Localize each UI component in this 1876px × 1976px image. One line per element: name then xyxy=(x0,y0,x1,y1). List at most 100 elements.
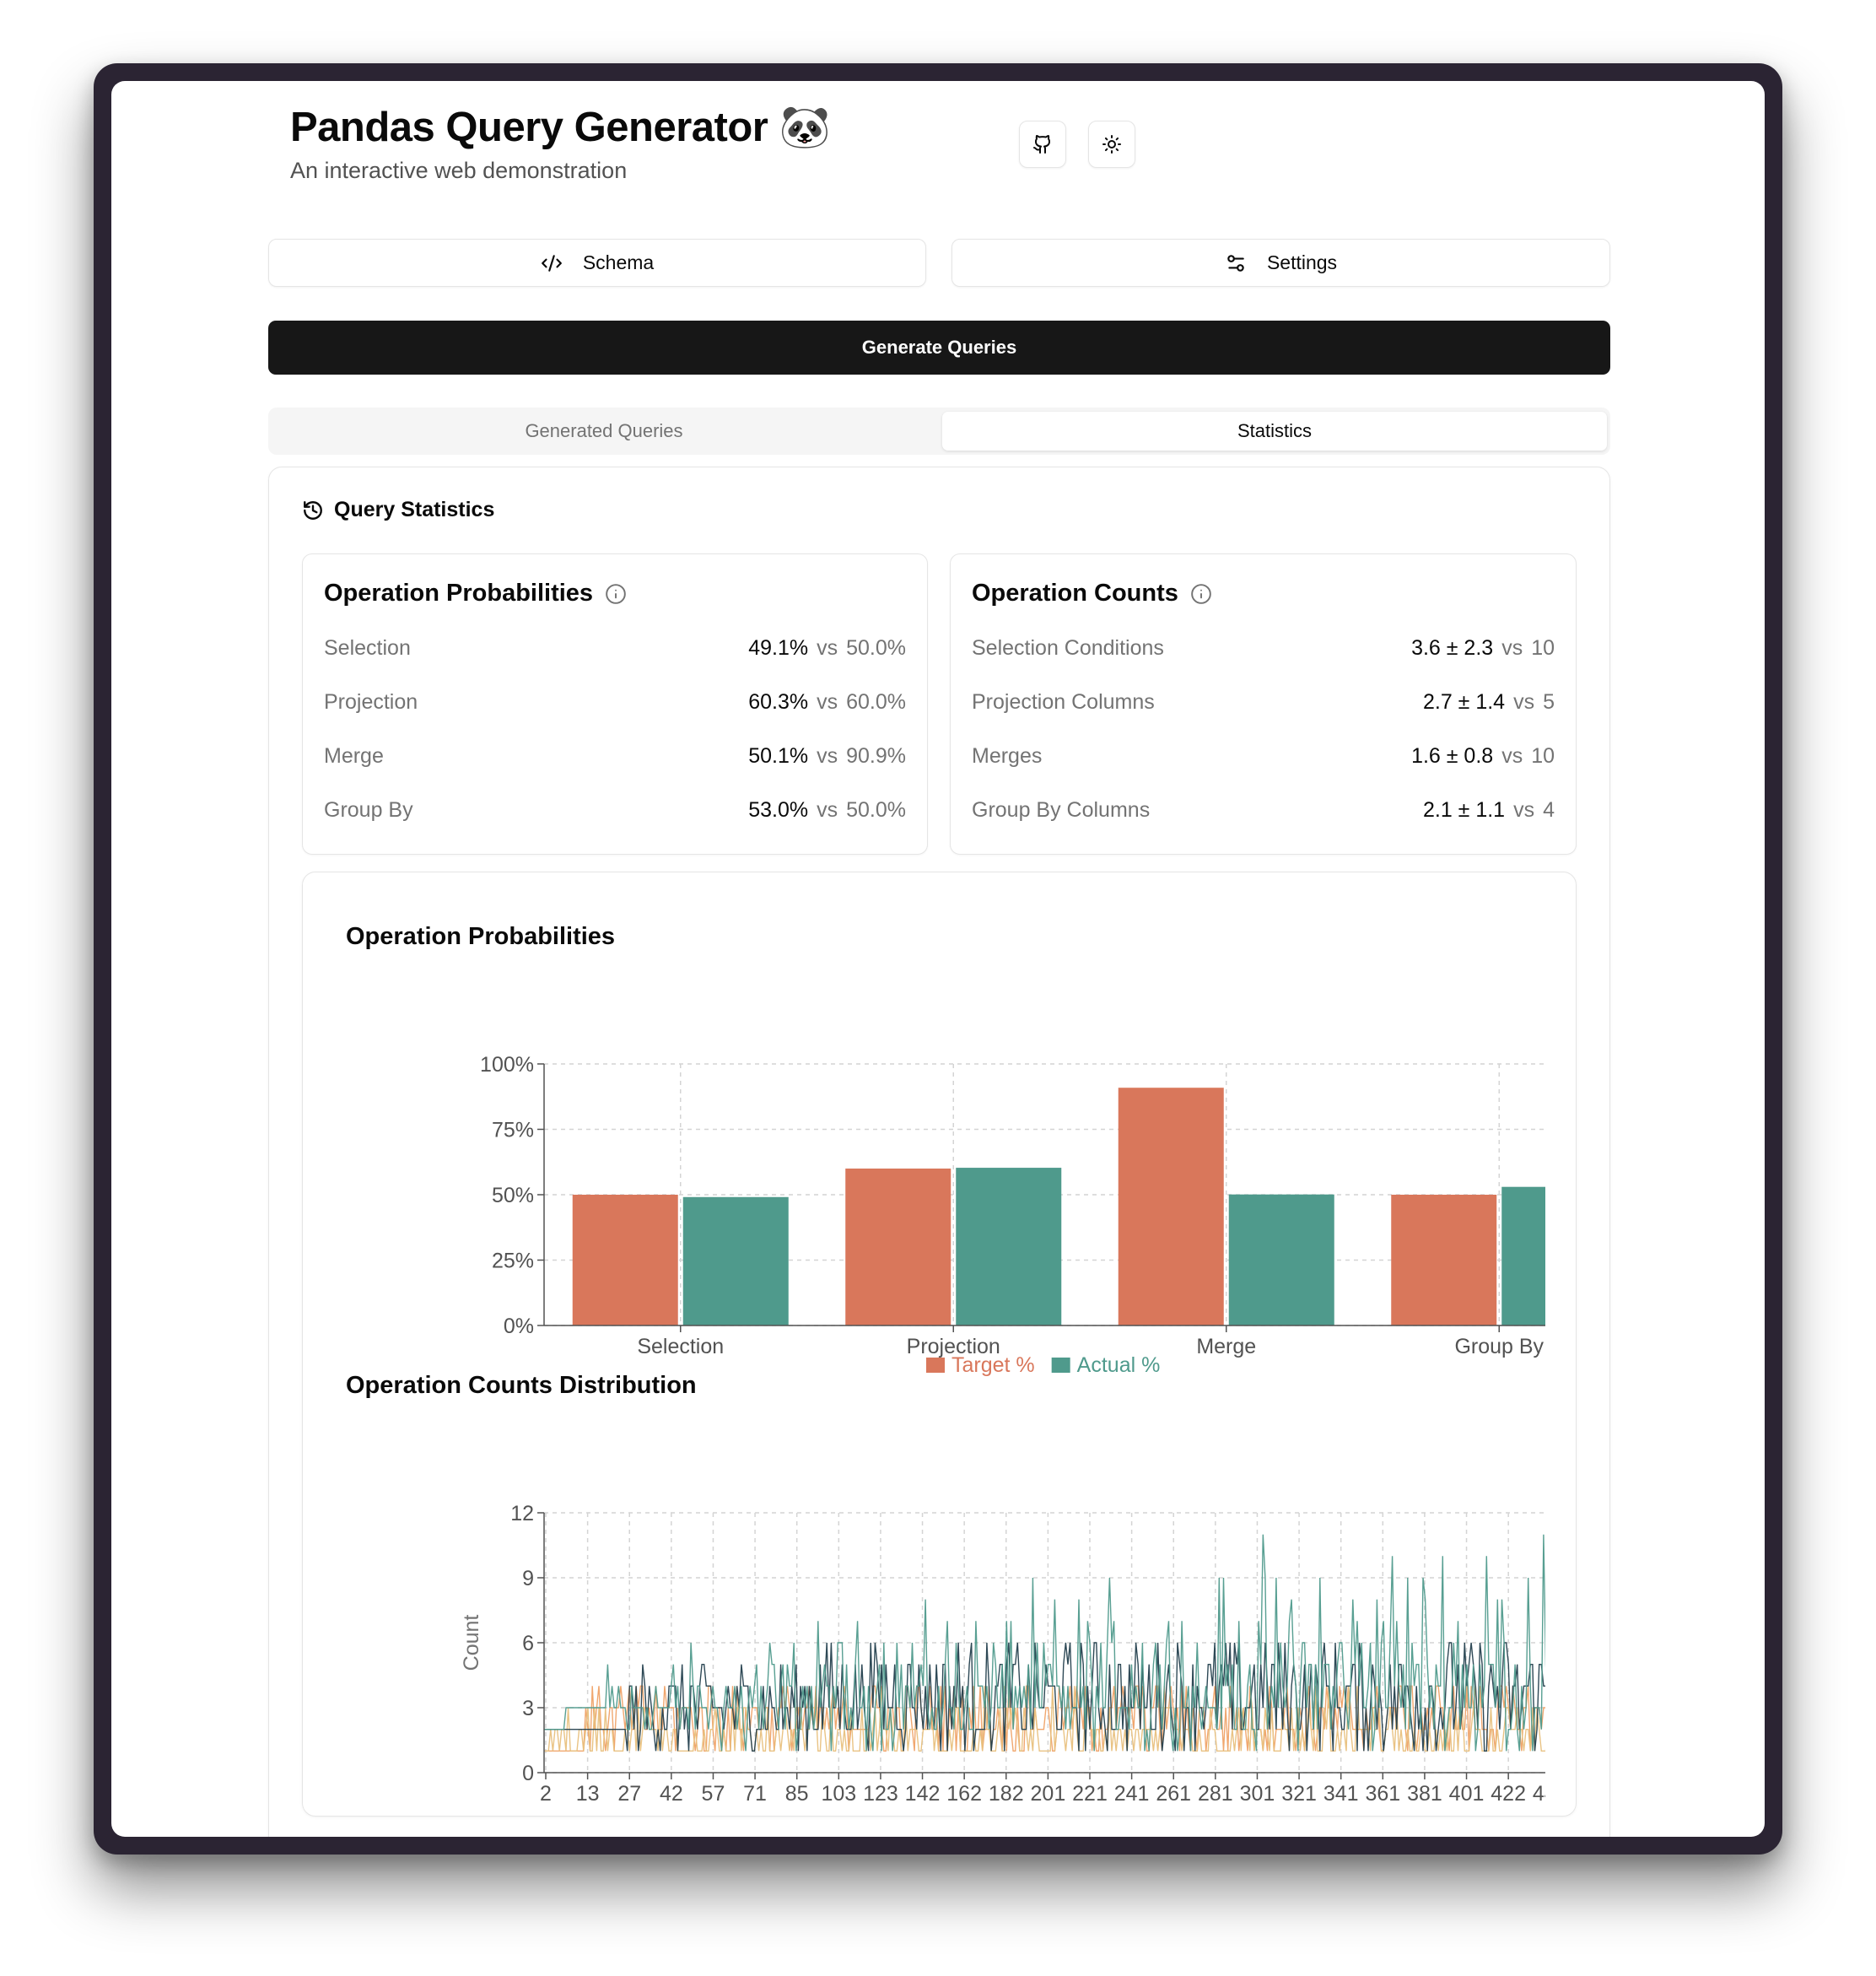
app-window: Pandas Query Generator 🐼 An interactive … xyxy=(111,81,1765,1837)
info-icon[interactable] xyxy=(605,583,627,605)
stat-label: Group By Columns xyxy=(972,797,1151,822)
bar-target xyxy=(1118,1088,1224,1325)
x-tick-label: 142 xyxy=(905,1782,941,1802)
stat-vs: vs xyxy=(1501,635,1523,660)
stat-vs: vs xyxy=(1513,689,1535,714)
settings-button[interactable]: Settings xyxy=(951,239,1610,287)
stat-label: Merges xyxy=(972,743,1043,768)
x-tick-label: 401 xyxy=(1449,1782,1485,1802)
legend-swatch xyxy=(1051,1358,1070,1373)
tab-statistics[interactable]: Statistics xyxy=(942,412,1607,451)
counts-heading-text: Operation Counts xyxy=(972,580,1178,607)
legend-label: Target % xyxy=(951,1353,1035,1377)
generate-queries-button[interactable]: Generate Queries xyxy=(268,321,1610,375)
x-tick-label: 57 xyxy=(702,1782,725,1802)
schema-label: Schema xyxy=(582,251,655,273)
probabilities-heading-text: Operation Probabilities xyxy=(324,580,594,607)
stat-actual: 50.1% xyxy=(748,743,809,768)
x-tick-label: 301 xyxy=(1240,1782,1275,1802)
y-tick-label: 3 xyxy=(522,1697,534,1720)
page-subtitle: An interactive web demonstration xyxy=(290,158,628,183)
stat-vs: vs xyxy=(1501,743,1523,768)
x-tick-label: Merge xyxy=(1196,1335,1256,1358)
x-tick-label: 162 xyxy=(946,1782,982,1802)
statistics-card-title: Query Statistics xyxy=(302,498,494,522)
bar-chart-title: Operation Probabilities xyxy=(346,923,616,950)
stat-row: Merges 1.6 ± 0.8 vs 10 xyxy=(972,741,1555,771)
stat-actual: 49.1% xyxy=(748,635,809,660)
info-icon[interactable] xyxy=(1190,583,1212,605)
stat-label: Group By xyxy=(324,797,413,822)
sliders-icon xyxy=(1227,254,1244,272)
stat-target: 10 xyxy=(1531,635,1555,660)
stat-actual: 53.0% xyxy=(748,797,809,822)
stat-target: 5 xyxy=(1543,689,1555,714)
stat-target: 60.0% xyxy=(846,689,906,714)
stat-vs: vs xyxy=(817,743,838,768)
y-tick-label: 100% xyxy=(480,1053,534,1077)
stat-vs: vs xyxy=(1513,797,1535,822)
page-title: Pandas Query Generator 🐼 xyxy=(290,105,830,150)
y-tick-label: 0% xyxy=(504,1315,534,1338)
bar-target xyxy=(845,1169,951,1325)
legend-swatch xyxy=(926,1358,945,1373)
line-chart-title: Operation Counts Distribution xyxy=(346,1372,697,1399)
stat-label: Projection Columns xyxy=(972,689,1155,714)
stat-actual: 2.7 ± 1.4 xyxy=(1422,689,1506,714)
stat-target: 50.0% xyxy=(846,797,906,822)
code-icon xyxy=(541,254,562,272)
x-tick-label: 341 xyxy=(1323,1782,1359,1802)
y-tick-label: 0 xyxy=(522,1762,534,1785)
x-tick-label: 27 xyxy=(617,1782,641,1802)
github-button[interactable] xyxy=(1019,121,1066,168)
x-tick-label: 321 xyxy=(1281,1782,1317,1802)
x-tick-label: 422 xyxy=(1491,1782,1526,1802)
stat-actual: 3.6 ± 2.3 xyxy=(1411,635,1494,660)
y-axis-label: Count xyxy=(460,1615,483,1671)
x-tick-label: 71 xyxy=(743,1782,767,1802)
statistics-title-text: Query Statistics xyxy=(334,498,495,521)
stat-label: Projection xyxy=(324,689,418,714)
x-tick-label: 182 xyxy=(989,1782,1024,1802)
device-frame: Pandas Query Generator 🐼 An interactive … xyxy=(94,63,1782,1855)
x-tick-label: 221 xyxy=(1072,1782,1108,1802)
y-tick-label: 6 xyxy=(522,1632,534,1655)
stat-target: 10 xyxy=(1531,743,1555,768)
stat-vs: vs xyxy=(817,797,838,822)
x-tick-label: Group By xyxy=(1454,1335,1544,1358)
stat-row: Selection Conditions 3.6 ± 2.3 vs 10 xyxy=(972,633,1555,663)
x-tick-label: Selection xyxy=(637,1335,724,1358)
x-tick-label: 2 xyxy=(540,1782,552,1802)
stat-vs: vs xyxy=(817,635,838,660)
stat-actual: 2.1 ± 1.1 xyxy=(1422,797,1506,822)
stat-row: Group By 53.0% vs 50.0% xyxy=(324,795,906,825)
schema-button[interactable]: Schema xyxy=(268,239,926,287)
stat-row: Selection 49.1% vs 50.0% xyxy=(324,633,906,663)
stat-actual: 1.6 ± 0.8 xyxy=(1411,743,1494,768)
x-tick-label: 42 xyxy=(660,1782,683,1802)
x-tick-label: 85 xyxy=(785,1782,809,1802)
bar-actual xyxy=(1501,1186,1545,1325)
bar-actual xyxy=(682,1196,789,1325)
sun-icon xyxy=(1102,135,1121,154)
x-tick-label: 241 xyxy=(1114,1782,1150,1802)
history-icon xyxy=(304,500,322,520)
github-icon xyxy=(1033,135,1051,154)
stat-label: Merge xyxy=(324,743,384,768)
stat-row: Merge 50.1% vs 90.9% xyxy=(324,741,906,771)
probabilities-heading: Operation Probabilities xyxy=(324,580,627,607)
stat-target: 4 xyxy=(1543,797,1555,822)
y-tick-label: 9 xyxy=(522,1567,534,1590)
x-tick-label: 443 xyxy=(1533,1782,1545,1802)
counts-heading: Operation Counts xyxy=(972,580,1212,607)
bar-actual xyxy=(1228,1194,1334,1325)
theme-toggle-button[interactable] xyxy=(1088,121,1135,168)
x-tick-label: 123 xyxy=(863,1782,898,1802)
x-tick-label: 361 xyxy=(1365,1782,1400,1802)
bar-actual xyxy=(956,1168,1062,1325)
probabilities-bar-chart: 0%25%50%75%100%Selection Projection Merge G… xyxy=(480,1053,1545,1377)
stat-target: 50.0% xyxy=(846,635,906,660)
counts-summary: Operation Counts Selection Conditions 3.… xyxy=(950,553,1577,855)
tab-generated-queries[interactable]: Generated Queries xyxy=(272,412,936,451)
stat-label: Selection Conditions xyxy=(972,635,1164,660)
